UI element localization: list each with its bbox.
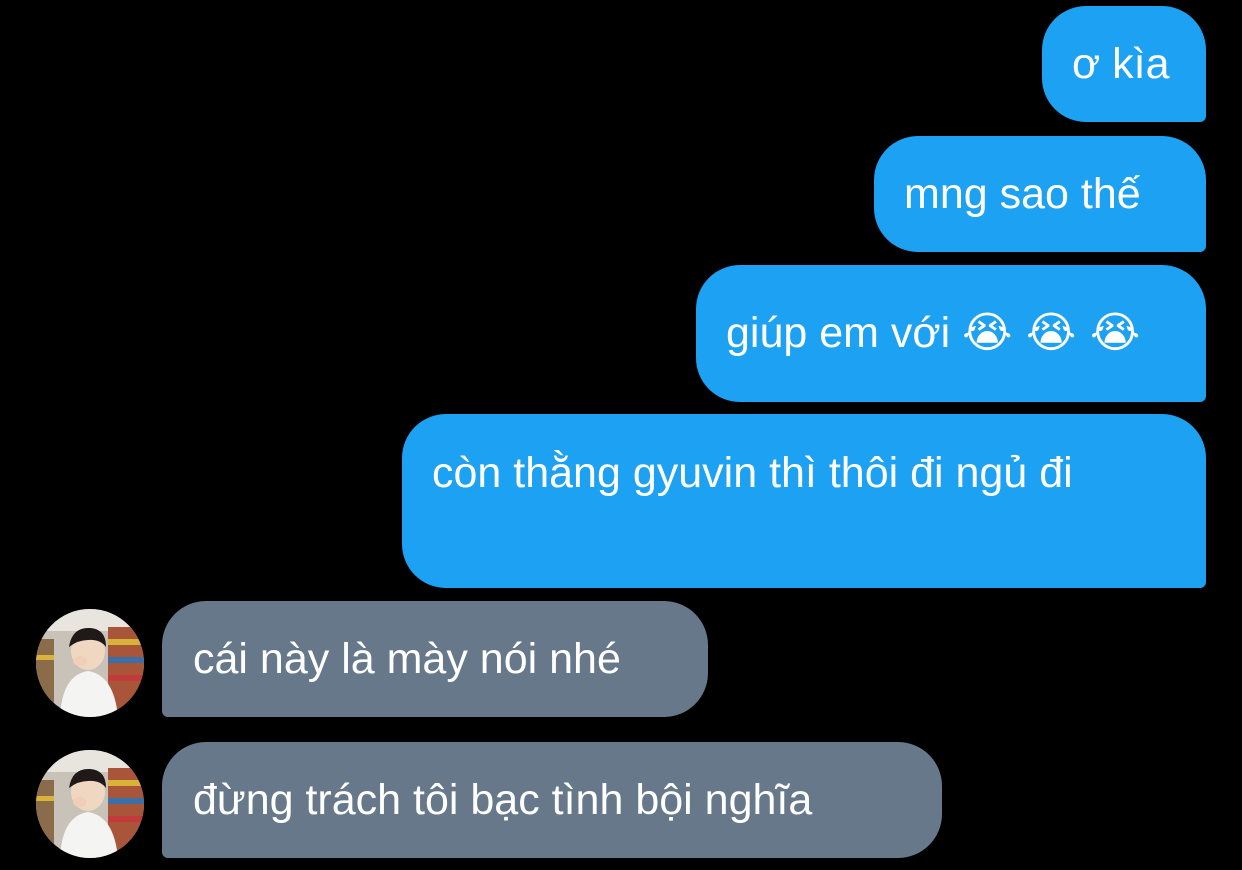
message-text: cái này là mày nói nhé (193, 635, 621, 683)
user-avatar-photo-icon (36, 609, 144, 717)
message-text: ơ kìa (1072, 40, 1170, 88)
message-text: mng sao thế (904, 170, 1141, 218)
message-bubble-incoming[interactable]: đừng trách tôi bạc tình bội nghĩa (162, 742, 942, 858)
contact-avatar[interactable] (36, 609, 144, 717)
message-bubble-outgoing[interactable]: giúp em với 😭 😭 😭 (696, 265, 1206, 402)
message-text: giúp em với (726, 309, 951, 357)
message-bubble-incoming[interactable]: cái này là mày nói nhé (162, 601, 708, 717)
contact-avatar[interactable] (36, 750, 144, 858)
message-bubble-outgoing[interactable]: mng sao thế (874, 136, 1206, 252)
conversation-thread: ơ kìa mng sao thế giúp em với 😭 😭 😭 còn … (0, 0, 1242, 870)
message-text: còn thằng gyuvin thì thôi đi ngủ đi (432, 449, 1073, 497)
message-text: đừng trách tôi bạc tình bội nghĩa (193, 776, 813, 824)
user-avatar-photo-icon (36, 750, 144, 858)
crying-face-emoji-icon: 😭 😭 😭 (962, 308, 1141, 358)
message-bubble-outgoing[interactable]: còn thằng gyuvin thì thôi đi ngủ đi (402, 414, 1206, 588)
message-bubble-outgoing[interactable]: ơ kìa (1042, 6, 1206, 122)
